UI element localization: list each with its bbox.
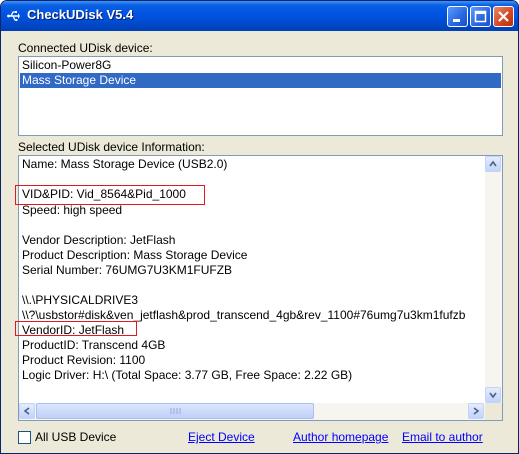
- all-usb-device-label[interactable]: All USB Device: [35, 430, 116, 444]
- info-line-product-desc: Product Description: Mass Storage Device: [22, 248, 248, 262]
- scroll-left-button[interactable]: [19, 403, 35, 419]
- info-line-physical-drive: \\.\PHYSICALDRIVE3: [22, 293, 139, 307]
- device-item-selected[interactable]: Mass Storage Device: [20, 73, 501, 88]
- chevron-down-icon: [489, 392, 497, 399]
- all-usb-device-checkbox[interactable]: [18, 431, 31, 444]
- horizontal-scroll-thumb[interactable]: [36, 403, 314, 419]
- vid-pid-highlight-box: [15, 185, 205, 205]
- info-line-vendor-desc: Vendor Description: JetFlash: [22, 233, 176, 247]
- scroll-up-button[interactable]: [485, 156, 501, 172]
- info-line-serial: Serial Number: 76UMG7U3KM1FUFZB: [22, 263, 233, 277]
- title-bar[interactable]: CheckUDisk V5.4: [1, 1, 518, 31]
- connected-device-label: Connected UDisk device:: [18, 41, 153, 55]
- close-icon: [498, 11, 509, 22]
- info-line-logic-driver: Logic Driver: H:\ (Total Space: 3.77 GB,…: [22, 368, 353, 382]
- email-author-link[interactable]: Email to author: [402, 430, 483, 444]
- device-list[interactable]: Silicon-Power8G Mass Storage Device: [18, 56, 503, 136]
- info-line-speed: Speed: high speed: [22, 203, 123, 217]
- chevron-left-icon: [23, 407, 30, 415]
- grip-icon: [170, 408, 181, 414]
- vertical-scrollbar[interactable]: [485, 156, 502, 403]
- maximize-button[interactable]: [470, 6, 491, 27]
- scroll-right-button[interactable]: [468, 403, 484, 419]
- device-item[interactable]: Silicon-Power8G: [20, 58, 501, 73]
- close-button[interactable]: [493, 6, 514, 27]
- minimize-button[interactable]: [447, 6, 468, 27]
- checkudisk-window: CheckUDisk V5.4 Connected UDisk device: …: [0, 0, 519, 454]
- info-line-name: Name: Mass Storage Device (USB2.0): [22, 157, 228, 171]
- scrollbar-corner: [485, 403, 502, 420]
- chevron-right-icon: [473, 407, 480, 415]
- maximize-icon: [474, 10, 487, 23]
- info-line-revision: Product Revision: 1100: [22, 353, 146, 367]
- scroll-down-button[interactable]: [485, 387, 501, 403]
- window-title: CheckUDisk V5.4: [27, 7, 134, 22]
- device-info-label: Selected UDisk device Information:: [18, 140, 205, 154]
- usb-icon: [7, 11, 20, 22]
- chevron-up-icon: [489, 160, 497, 167]
- author-homepage-link[interactable]: Author homepage: [293, 430, 388, 444]
- minimize-icon: [453, 19, 460, 22]
- eject-device-link[interactable]: Eject Device: [188, 430, 255, 444]
- info-line-product-id: ProductID: Transcend 4GB: [22, 338, 166, 352]
- horizontal-scrollbar[interactable]: [19, 403, 485, 420]
- vendor-id-highlight-box: [15, 321, 137, 336]
